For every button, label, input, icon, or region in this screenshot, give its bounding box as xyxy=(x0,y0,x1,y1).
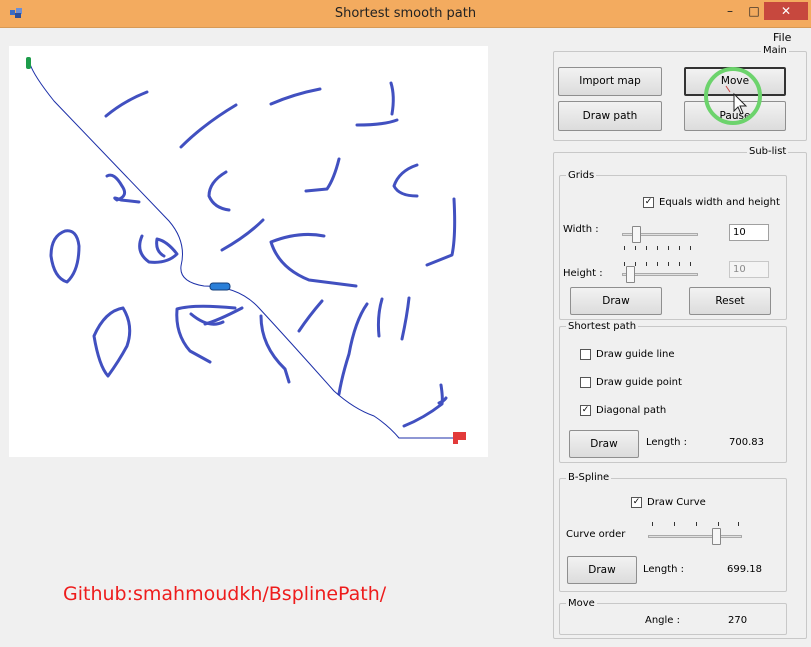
diagonal-path-checkbox[interactable]: ✓ xyxy=(580,405,591,416)
close-button[interactable]: ✕ xyxy=(764,2,808,20)
map-canvas[interactable] xyxy=(9,46,488,457)
guide-line-checkbox[interactable] xyxy=(580,349,591,360)
bspline-length-value: 699.18 xyxy=(727,564,762,575)
obstacle xyxy=(269,233,358,288)
height-input[interactable]: 10 xyxy=(729,261,769,278)
shortest-length-label: Length : xyxy=(646,437,688,448)
draw-curve-label: Draw Curve xyxy=(647,497,706,508)
draw-curve-checkbox[interactable]: ✓ xyxy=(631,497,642,508)
obstacle xyxy=(304,157,341,193)
obstacle xyxy=(138,234,179,264)
sublist-group-label: Sub-list xyxy=(747,146,789,157)
obstacle xyxy=(402,383,444,428)
height-label: Height : xyxy=(563,268,603,279)
curve-order-slider-track[interactable] xyxy=(648,535,742,538)
move-group-label: Move xyxy=(566,598,597,609)
width-label: Width : xyxy=(563,224,599,235)
obstacle xyxy=(355,118,399,127)
shortest-draw-button[interactable]: Draw xyxy=(569,430,639,458)
width-slider-ticks xyxy=(622,246,698,250)
obstacle xyxy=(389,81,395,116)
map-drawing xyxy=(26,57,466,444)
grids-reset-button[interactable]: Reset xyxy=(689,287,771,315)
bspline-length-label: Length : xyxy=(643,564,685,575)
obstacle xyxy=(104,90,149,118)
draw-path-button[interactable]: Draw path xyxy=(558,101,662,131)
obstacle xyxy=(269,87,322,106)
grids-draw-button[interactable]: Draw xyxy=(570,287,662,315)
main-group-label: Main xyxy=(761,45,789,56)
watermark-text: Github:smahmoudkh/BsplinePath/ xyxy=(63,583,387,605)
obstacle xyxy=(179,103,238,149)
start-marker xyxy=(26,57,31,69)
diagonal-path-label: Diagonal path xyxy=(596,405,667,416)
equals-label: Equals width and height xyxy=(659,197,780,208)
obstacle xyxy=(220,218,265,252)
equals-checkbox[interactable]: ✓ xyxy=(643,197,654,208)
obstacle xyxy=(297,299,324,333)
curve-order-label: Curve order xyxy=(566,529,626,540)
height-slider-thumb[interactable] xyxy=(626,266,635,283)
width-slider-thumb[interactable] xyxy=(632,226,641,243)
obstacle xyxy=(49,229,81,284)
curve-order-slider-thumb[interactable] xyxy=(712,528,721,545)
goal-marker xyxy=(453,432,466,444)
grids-group-label: Grids xyxy=(566,170,597,181)
obstacle xyxy=(376,297,384,338)
minimize-button[interactable]: – xyxy=(718,2,742,20)
window-title: Shortest smooth path xyxy=(334,6,477,21)
import-map-button[interactable]: Import map xyxy=(558,67,662,96)
guide-line-label: Draw guide line xyxy=(596,349,675,360)
obstacles xyxy=(49,81,457,428)
obstacle xyxy=(425,197,457,267)
obstacle xyxy=(337,302,369,396)
obstacle xyxy=(92,306,132,378)
vehicle-icon xyxy=(209,282,231,291)
curve-order-ticks xyxy=(648,522,742,526)
bspline-group-label: B-Spline xyxy=(566,472,612,483)
obstacle xyxy=(207,170,231,212)
angle-label: Angle : xyxy=(645,615,681,626)
shortest-length-value: 700.83 xyxy=(729,437,764,448)
click-highlight-indicator xyxy=(704,67,762,125)
shortest-path-group-label: Shortest path xyxy=(566,321,639,332)
angle-value: 270 xyxy=(728,615,748,626)
maximize-button[interactable]: □ xyxy=(742,2,766,20)
obstacle xyxy=(400,296,411,341)
width-input[interactable]: 10 xyxy=(729,224,769,241)
bspline-draw-button[interactable]: Draw xyxy=(567,556,637,584)
obstacle xyxy=(392,163,419,198)
menu-file[interactable]: File xyxy=(773,31,791,44)
obstacle xyxy=(105,173,141,204)
guide-point-checkbox[interactable] xyxy=(580,377,591,388)
guide-point-label: Draw guide point xyxy=(596,377,682,388)
